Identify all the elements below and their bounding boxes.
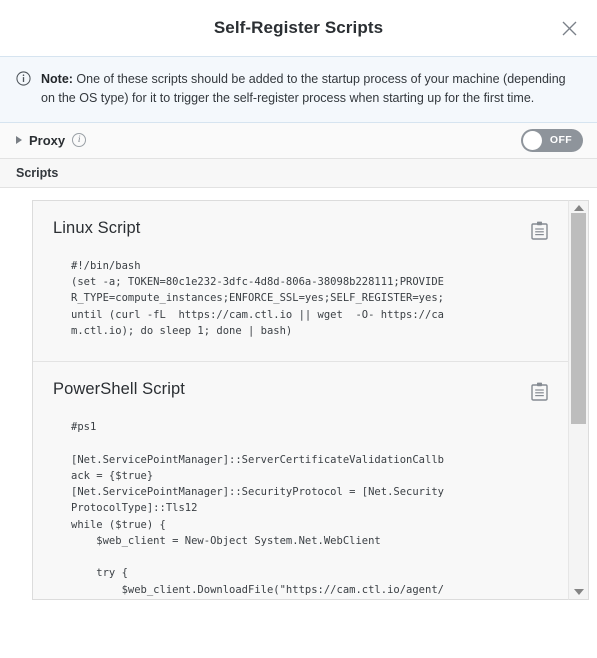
proxy-row: Proxy i OFF xyxy=(0,122,597,159)
note-banner: Note: One of these scripts should be add… xyxy=(0,56,597,123)
scripts-scrollbar[interactable] xyxy=(568,199,589,600)
tab-scripts[interactable]: Scripts xyxy=(16,166,58,180)
scrollbar-thumb[interactable] xyxy=(571,212,586,425)
powershell-script-card: PowerShell Script #ps1 [Net.ServicePoint… xyxy=(33,361,568,599)
linux-script-title: Linux Script xyxy=(53,218,141,237)
modal-header: Self-Register Scripts xyxy=(0,0,597,56)
close-icon xyxy=(562,21,576,35)
toggle-knob xyxy=(523,130,542,150)
proxy-label: Proxy xyxy=(29,132,66,148)
close-button[interactable] xyxy=(555,14,583,42)
linux-script-header: Linux Script xyxy=(53,219,548,240)
linux-script-code[interactable]: #!/bin/bash (set -a; TOKEN=80c1e232-3dfc… xyxy=(71,258,548,339)
clipboard-copy-icon xyxy=(531,382,548,401)
scrollbar-track[interactable] xyxy=(569,211,588,589)
info-icon xyxy=(16,71,31,86)
powershell-script-header: PowerShell Script xyxy=(53,380,548,401)
scripts-scroll-pane: Linux Script #!/bin/bash (set -a; TOKEN=… xyxy=(32,199,568,600)
linux-script-card: Linux Script #!/bin/bash (set -a; TOKEN=… xyxy=(33,201,568,361)
scroll-down-arrow-icon[interactable] xyxy=(573,588,584,595)
page-title: Self-Register Scripts xyxy=(213,18,384,37)
proxy-toggle[interactable]: OFF xyxy=(521,128,583,152)
clipboard-copy-icon xyxy=(531,221,548,240)
note-label: Note: xyxy=(41,72,73,86)
powershell-script-title: PowerShell Script xyxy=(53,380,185,399)
copy-linux-script-button[interactable] xyxy=(531,221,548,240)
chevron-right-icon xyxy=(16,136,22,145)
proxy-expander[interactable]: Proxy i xyxy=(16,132,87,148)
tab-bar: Scripts xyxy=(0,158,597,188)
toggle-state-label: OFF xyxy=(549,134,573,147)
proxy-info-icon[interactable]: i xyxy=(72,133,87,148)
note-body: One of these scripts should be added to … xyxy=(41,72,566,106)
note-text: Note: One of these scripts should be add… xyxy=(41,70,579,109)
copy-powershell-script-button[interactable] xyxy=(531,382,548,401)
powershell-script-code[interactable]: #ps1 [Net.ServicePointManager]::ServerCe… xyxy=(71,419,548,599)
modal-body: Linux Script #!/bin/bash (set -a; TOKEN=… xyxy=(0,187,597,622)
